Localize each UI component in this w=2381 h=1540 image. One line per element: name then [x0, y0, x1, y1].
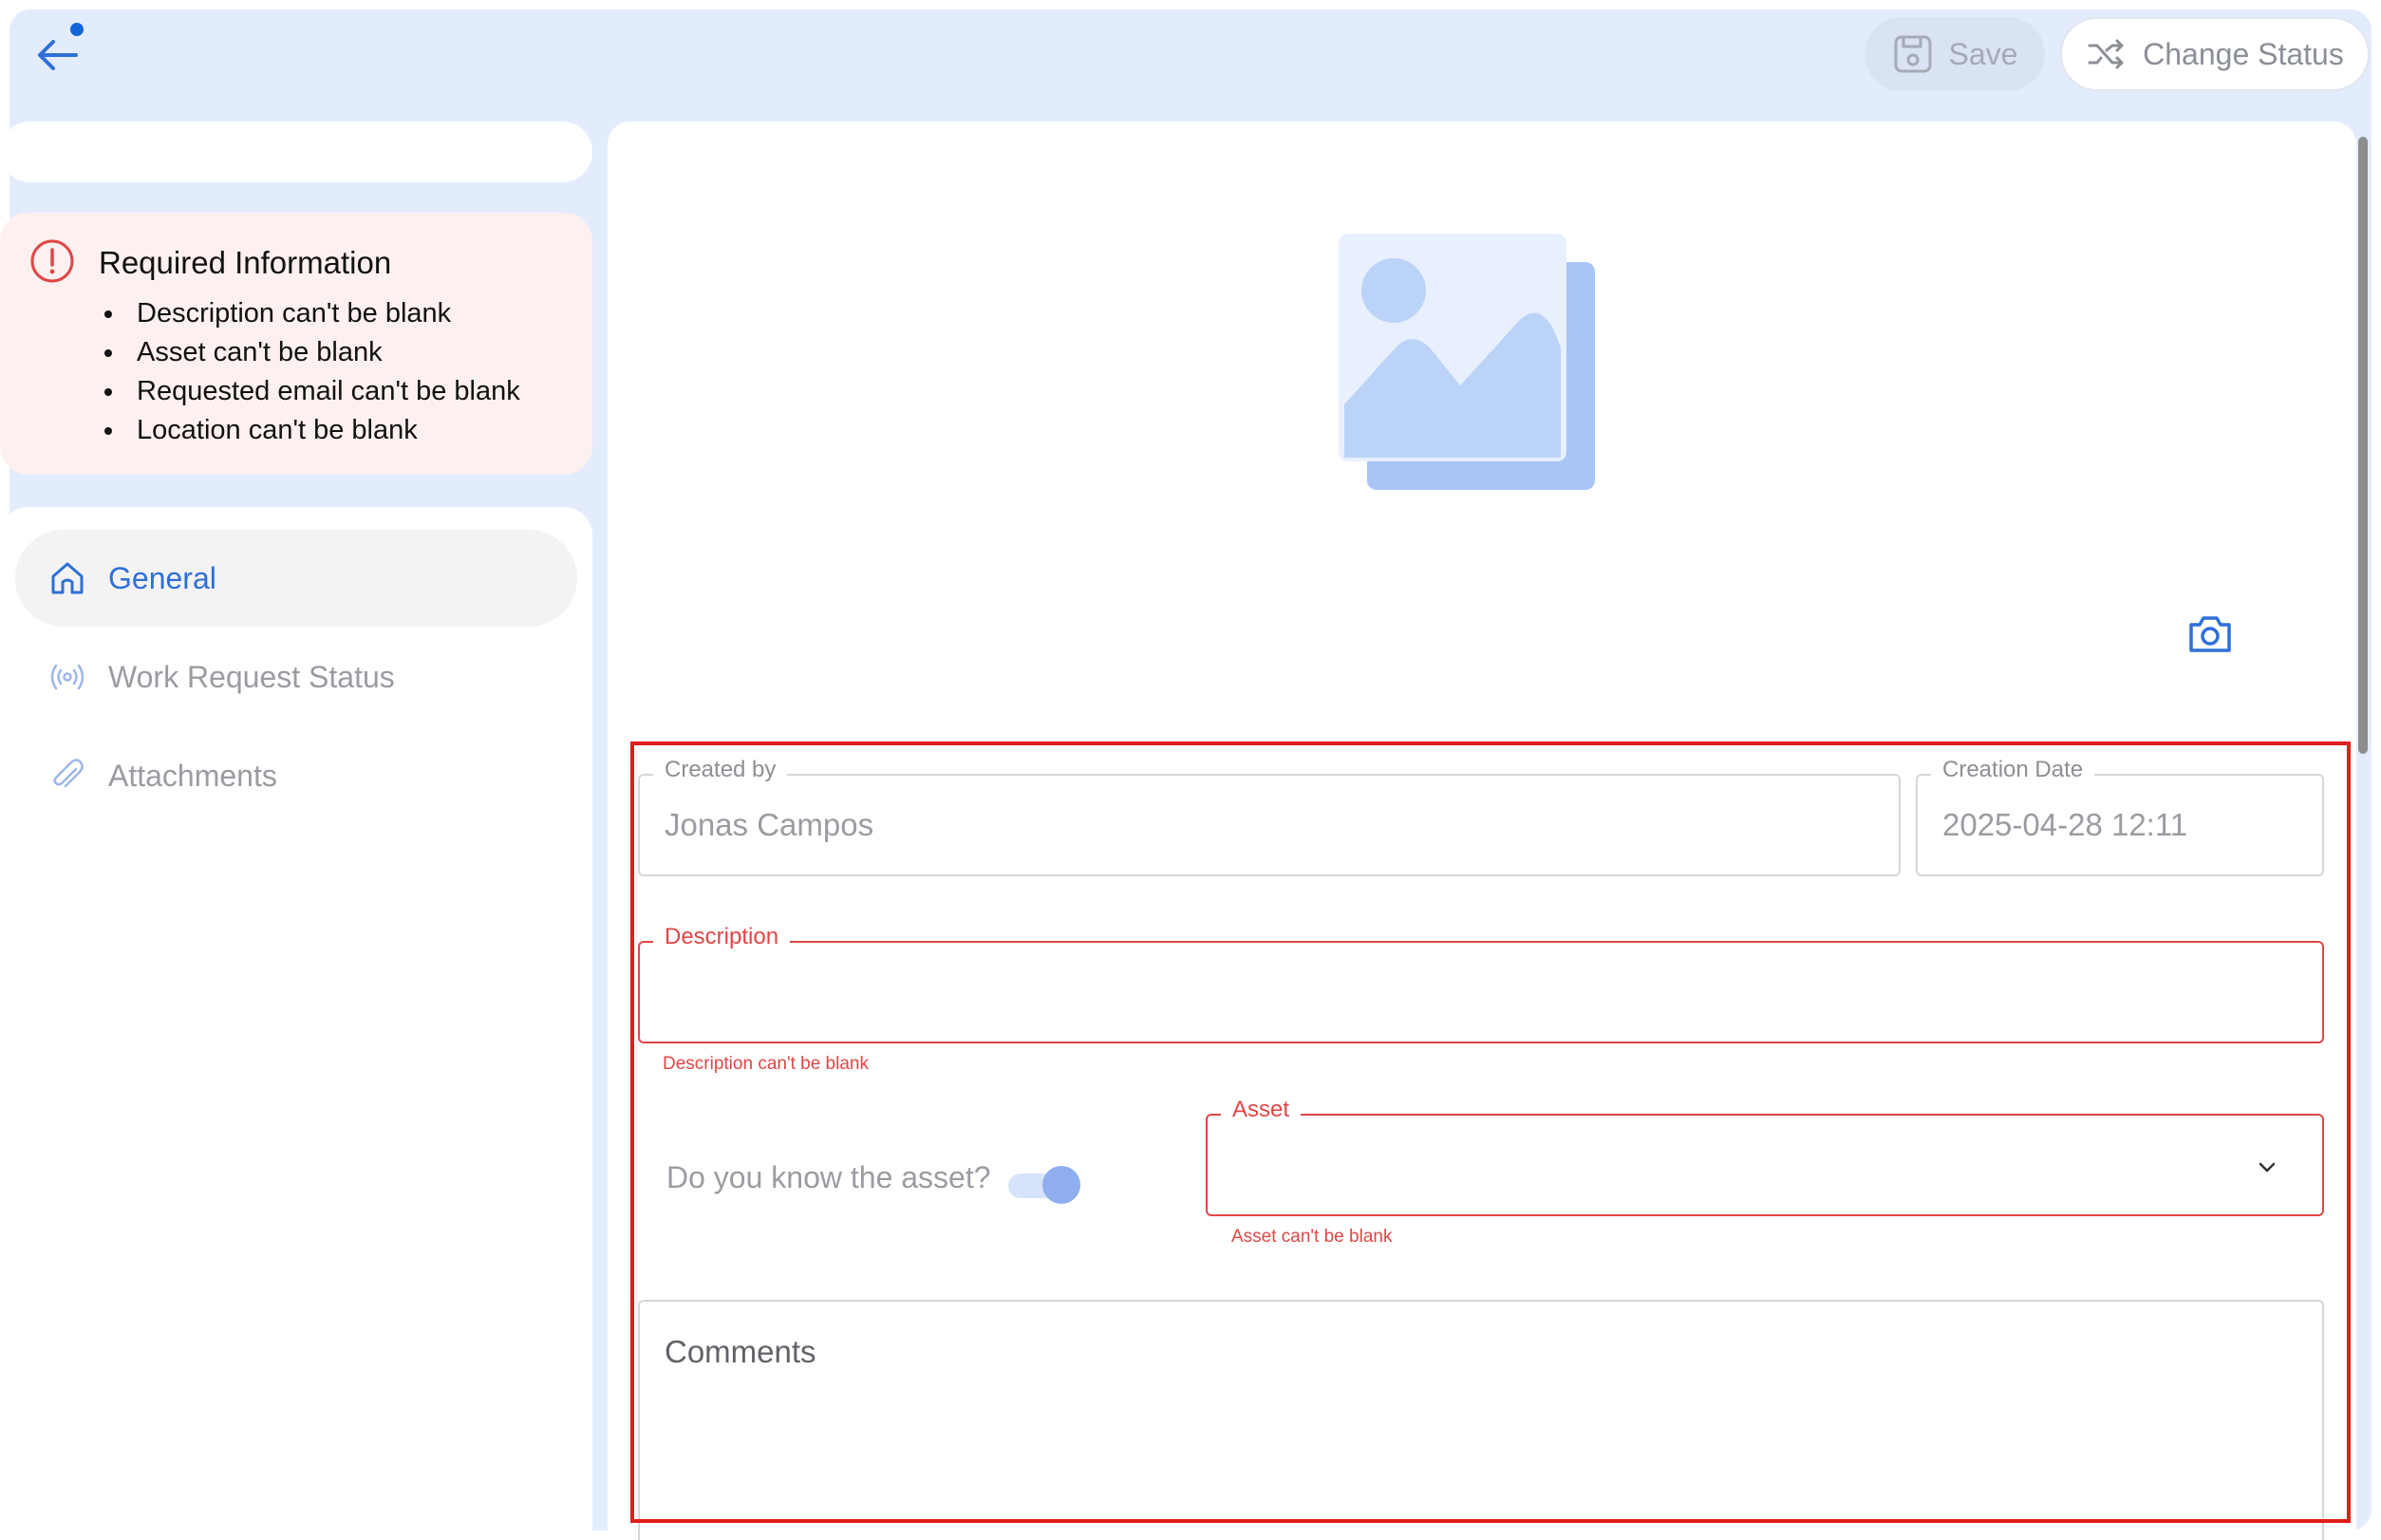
created-by-value: Jonas Campos [665, 807, 874, 842]
sidebar-item-label: General [108, 560, 216, 595]
required-info-item: Requested email can't be blank [99, 372, 520, 411]
save-button-label: Save [1948, 36, 2018, 71]
required-info-item: Asset can't be blank [99, 333, 520, 372]
description-error-text: Description can't be blank [663, 1054, 869, 1074]
alert-circle-icon [30, 239, 74, 283]
sidebar-item-label: Attachments [108, 758, 277, 793]
asset-toggle-label: Do you know the asset? [666, 1160, 991, 1194]
floppy-disk-icon [1894, 35, 1932, 73]
sidebar-nav: General Work Request Status Attachments [0, 507, 592, 1532]
asset-error-text: Asset can't be blank [1231, 1227, 1393, 1247]
asset-select[interactable]: Asset [1206, 1096, 2324, 1216]
description-field[interactable]: Description [638, 923, 2324, 1043]
asset-toggle[interactable] [1008, 1164, 1080, 1204]
chevron-down-icon [2259, 1162, 2276, 1173]
required-info-item: Description can't be blank [99, 294, 520, 333]
required-info-item: Location can't be blank [99, 411, 520, 450]
comments-placeholder: Comments [665, 1334, 816, 1369]
shuffle-icon [2088, 39, 2124, 69]
save-button[interactable]: Save [1865, 17, 2045, 91]
sidebar-item-label: Work Request Status [108, 659, 395, 694]
comments-field[interactable]: Comments [638, 1300, 2324, 1540]
toggle-thumb [1042, 1166, 1080, 1204]
sidebar-item-general[interactable]: General [15, 530, 577, 627]
camera-icon[interactable] [2184, 608, 2237, 661]
notification-dot [70, 23, 84, 36]
sidebar-item-attachments[interactable]: Attachments [15, 727, 577, 824]
scrollbar[interactable] [2358, 137, 2368, 754]
description-label: Description [653, 923, 791, 951]
required-info-title: Required Information [99, 245, 392, 280]
asset-label: Asset [1221, 1096, 1302, 1124]
paperclip-icon [53, 759, 84, 788]
required-info-list: Description can't be blank Asset can't b… [99, 294, 520, 450]
search-bar[interactable] [0, 122, 592, 182]
created-by-field[interactable]: Created by Jonas Campos [638, 756, 1901, 876]
home-icon [51, 562, 84, 594]
creation-date-field[interactable]: Creation Date 2025-04-28 12:11 [1916, 756, 2324, 876]
change-status-label: Change Status [2143, 36, 2344, 71]
sidebar-item-work-request-status[interactable]: Work Request Status [15, 629, 577, 725]
creation-date-value: 2025-04-28 12:11 [1942, 807, 2188, 842]
broadcast-icon [50, 664, 84, 690]
image-placeholder-icon [1339, 234, 1595, 490]
change-status-button[interactable]: Change Status [2060, 17, 2370, 91]
